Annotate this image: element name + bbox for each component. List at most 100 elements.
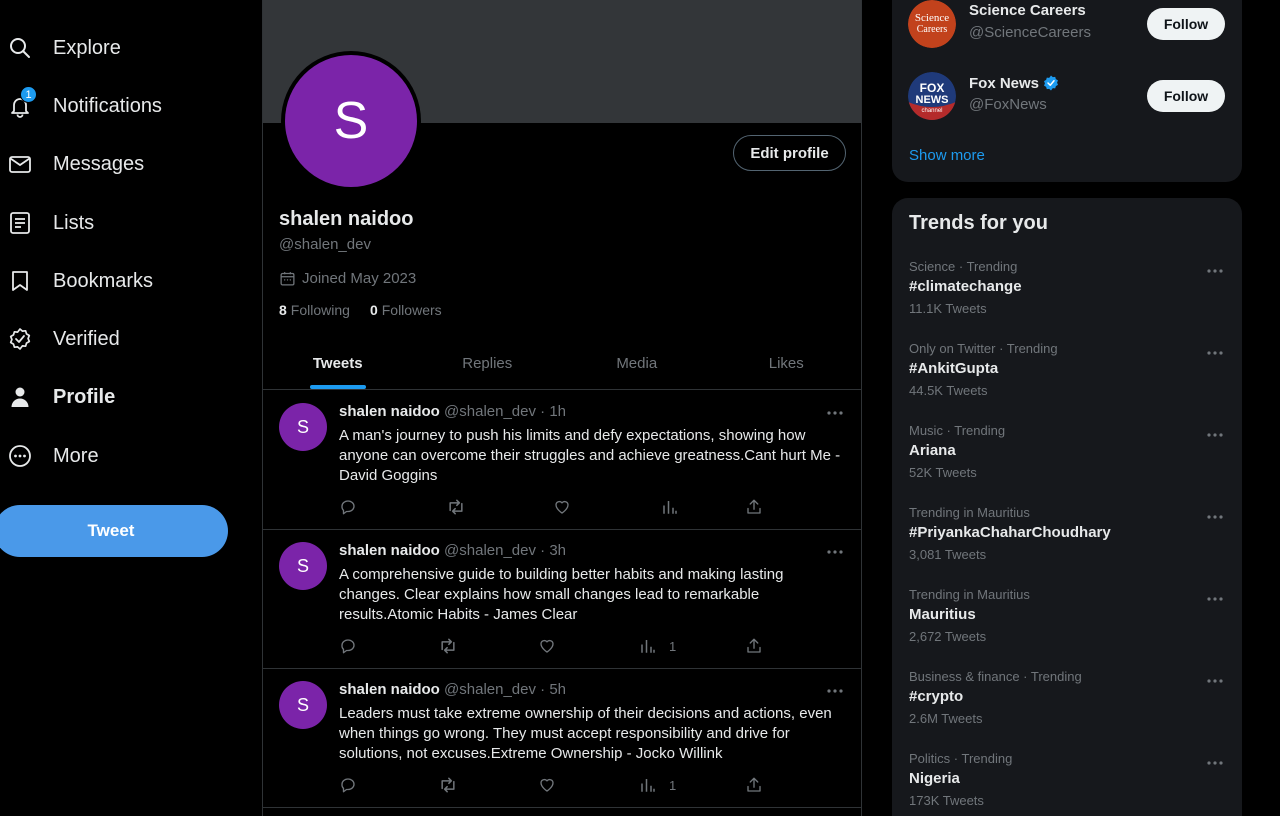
trend-item[interactable]: Only on Twitter · Trending #AnkitGupta 4… [892, 341, 1242, 423]
retweet-icon[interactable] [438, 636, 458, 656]
tweet-author-name[interactable]: shalen naidoo [339, 681, 440, 698]
trend-name: #climatechange [909, 278, 1022, 295]
views-count: 1 [669, 638, 677, 654]
tab-media[interactable]: Media [562, 337, 712, 389]
trend-context: Only on Twitter · Trending [909, 341, 1058, 356]
nav-explore[interactable]: Explore [8, 28, 121, 68]
verified-icon [8, 327, 32, 351]
trend-item[interactable]: Trending in Mauritius Mauritius 2,672 Tw… [892, 587, 1242, 669]
tweet-author-handle[interactable]: @shalen_dev [444, 542, 536, 559]
tweet-actions: 1 [339, 775, 769, 795]
nav-bookmarks[interactable]: Bookmarks [8, 261, 153, 301]
tweet-author-name[interactable]: shalen naidoo [339, 403, 440, 420]
trend-item[interactable]: Science · Trending #climatechange 11.1K … [892, 259, 1242, 341]
nav-verified[interactable]: Verified [8, 319, 120, 359]
share-icon[interactable] [745, 497, 763, 517]
trend-item[interactable]: Business & finance · Trending #crypto 2.… [892, 669, 1242, 751]
like-icon[interactable] [538, 775, 556, 795]
nav-label: Profile [53, 385, 116, 408]
profile-avatar-letter: S [285, 55, 417, 187]
trend-context: Science · Trending [909, 259, 1018, 274]
more-dots-icon[interactable] [1205, 425, 1225, 445]
tab-likes[interactable]: Likes [712, 337, 862, 389]
svg-text:Careers: Careers [917, 24, 948, 35]
more-dots-icon[interactable] [825, 403, 845, 423]
trends-panel: Trends for you Science · Trending #clima… [892, 198, 1242, 816]
tweet-actions: 1 [339, 636, 769, 656]
trend-item[interactable]: Trending in Mauritius #PriyankaChaharCho… [892, 505, 1242, 587]
more-dots-icon[interactable] [1205, 261, 1225, 281]
follow-suggestion[interactable]: FOX NEWS channel Fox News @FoxNews Follow [908, 72, 1226, 122]
tweet-avatar[interactable]: S [279, 681, 327, 729]
trend-item[interactable]: Music · Trending Ariana 52K Tweets [892, 423, 1242, 505]
followers-link[interactable]: 0 Followers [370, 302, 442, 318]
trend-item[interactable]: Politics · Trending Nigeria 173K Tweets [892, 751, 1242, 816]
more-dots-icon[interactable] [825, 542, 845, 562]
tweet[interactable]: S shalen naidoo @shalen_dev · 5h Leaders… [263, 669, 861, 808]
tweet[interactable]: S shalen naidoo @shalen_dev · 3h A compr… [263, 530, 861, 669]
tweet-button[interactable]: Tweet [0, 505, 228, 557]
tweet-header: shalen naidoo @shalen_dev · 3h [339, 542, 566, 559]
follow-handle[interactable]: @ScienceCareers [969, 24, 1091, 41]
left-nav: Explore 1 Notifications Messages Lists B… [0, 0, 262, 816]
tab-tweets[interactable]: Tweets [263, 337, 413, 389]
nav-notifications[interactable]: 1 Notifications [8, 86, 162, 126]
tweet-time[interactable]: 1h [549, 403, 566, 420]
tweet-author-handle[interactable]: @shalen_dev [444, 681, 536, 698]
nav-label: Notifications [53, 94, 162, 117]
trend-count: 2,672 Tweets [909, 629, 987, 644]
reply-icon[interactable] [339, 497, 357, 517]
edit-profile-button[interactable]: Edit profile [733, 135, 846, 171]
tweet[interactable]: S shalen naidoo @shalen_dev · 1h A man's… [263, 391, 861, 530]
nav-more[interactable]: More [8, 436, 99, 476]
follow-handle[interactable]: @FoxNews [969, 96, 1047, 113]
tweet-avatar[interactable]: S [279, 542, 327, 590]
notification-badge: 1 [20, 86, 37, 103]
following-link[interactable]: 8 Following [279, 302, 350, 318]
tab-replies[interactable]: Replies [413, 337, 563, 389]
more-dots-icon[interactable] [825, 681, 845, 701]
follow-name[interactable]: Fox News [969, 74, 1060, 92]
more-dots-icon[interactable] [1205, 753, 1225, 773]
joined-date: Joined May 2023 [279, 270, 416, 287]
tweet-separator: · [540, 542, 546, 559]
more-dots-icon[interactable] [1205, 589, 1225, 609]
like-icon[interactable] [538, 636, 556, 656]
views-icon[interactable]: 1 [639, 636, 676, 656]
views-icon[interactable] [661, 497, 691, 517]
nav-lists[interactable]: Lists [8, 203, 94, 243]
more-dots-icon[interactable] [1205, 671, 1225, 691]
follow-button[interactable]: Follow [1147, 8, 1225, 40]
retweet-icon[interactable] [446, 497, 466, 517]
tweet-avatar[interactable]: S [279, 403, 327, 451]
tweet-actions [339, 497, 769, 517]
calendar-icon [279, 270, 296, 287]
tweet-separator: · [540, 403, 546, 420]
tweet-time[interactable]: 5h [549, 681, 566, 698]
like-icon[interactable] [553, 497, 571, 517]
envelope-icon [8, 152, 32, 176]
show-more-link[interactable]: Show more [909, 147, 985, 164]
follow-button[interactable]: Follow [1147, 80, 1225, 112]
share-icon[interactable] [745, 636, 763, 656]
nav-label: Explore [53, 36, 121, 59]
profile-avatar[interactable]: S [281, 51, 421, 191]
reply-icon[interactable] [339, 775, 357, 795]
share-icon[interactable] [745, 775, 763, 795]
trend-context: Business & finance · Trending [909, 669, 1082, 684]
follow-suggestion[interactable]: Science Careers Science Careers @ScienceC… [908, 0, 1226, 50]
nav-profile[interactable]: Profile [8, 377, 115, 417]
tweet-time[interactable]: 3h [549, 542, 566, 559]
follow-name[interactable]: Science Careers [969, 2, 1086, 19]
retweet-icon[interactable] [438, 775, 458, 795]
nav-messages[interactable]: Messages [8, 144, 144, 184]
reply-icon[interactable] [339, 636, 357, 656]
nav-label: Verified [53, 327, 120, 350]
tweet-author-name[interactable]: shalen naidoo [339, 542, 440, 559]
tweet-author-handle[interactable]: @shalen_dev [444, 403, 536, 420]
more-dots-icon[interactable] [1205, 343, 1225, 363]
trend-count: 11.1K Tweets [909, 301, 987, 316]
views-icon[interactable]: 1 [639, 775, 676, 795]
joined-text: Joined May 2023 [302, 270, 417, 287]
more-dots-icon[interactable] [1205, 507, 1225, 527]
